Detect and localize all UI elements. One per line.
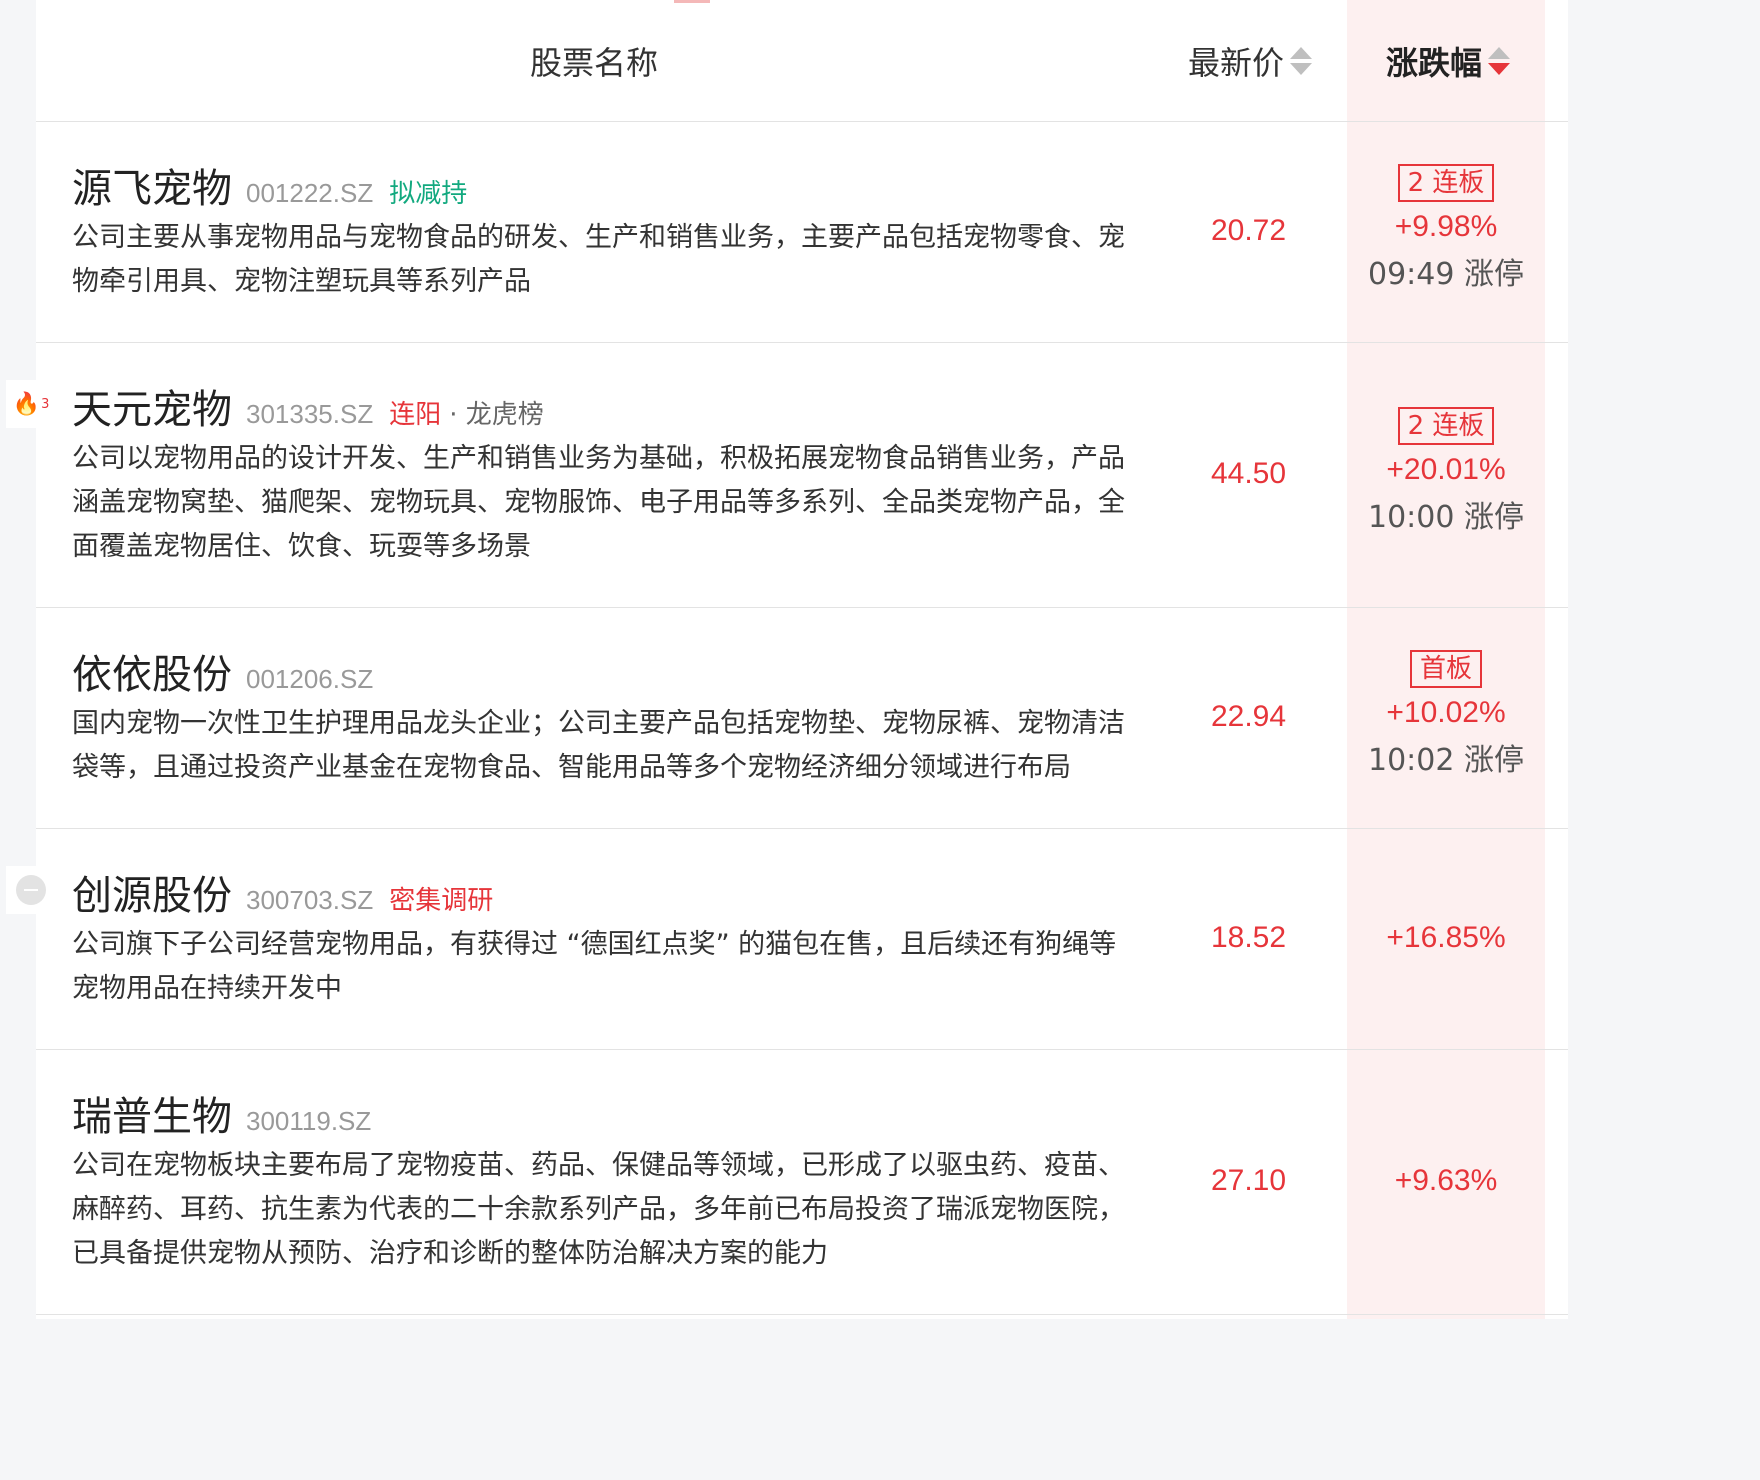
latest-price: 20.72 <box>1210 214 1287 247</box>
limit-up-time: 09:49 涨停 <box>1368 257 1524 292</box>
header-stock-name: 股票名称 <box>530 44 659 82</box>
stock-name[interactable]: 源飞宠物 <box>72 166 232 212</box>
table-header: 股票名称 最新价 涨跌幅 <box>36 0 1568 122</box>
board-badge: 2 连板 <box>1397 164 1495 202</box>
stock-title: 天元宠物 301335.SZ 连阳 · 龙虎榜 <box>72 377 544 435</box>
stock-description: 公司主要从事宠物用品与宠物食品的研发、生产和销售业务，主要产品包括宠物零食、宠物… <box>72 222 1125 297</box>
header-change-pct[interactable]: 涨跌幅 <box>1386 38 1511 88</box>
stock-name[interactable]: 天元宠物 <box>72 387 232 433</box>
change-pct: +20.01% <box>1386 453 1506 486</box>
table-row[interactable]: 瑞普生物 300119.SZ 公司在宠物板块主要布局了宠物疫苗、药品、保健品等领域… <box>36 1050 1568 1315</box>
stock-name[interactable]: 创源股份 <box>72 873 232 919</box>
stock-description: 国内宠物一次性卫生护理用品龙头企业；公司主要产品包括宠物垫、宠物尿裤、宠物清洁袋… <box>72 708 1125 783</box>
latest-price: 22.94 <box>1210 700 1287 733</box>
header-latest-price[interactable]: 最新价 <box>1188 38 1313 88</box>
stock-code: 301335.SZ <box>246 399 374 429</box>
change-pct: +9.98% <box>1394 210 1498 243</box>
stock-description: 公司在宠物板块主要布局了宠物疫苗、药品、保健品等领域，已形成了以驱虫药、疫苗、麻… <box>72 1150 1125 1269</box>
stock-name[interactable]: 瑞普生物 <box>72 1094 232 1140</box>
header-change-pct-label: 涨跌幅 <box>1386 44 1483 82</box>
sort-desc-icon[interactable] <box>1488 47 1511 77</box>
latest-price: 18.52 <box>1210 921 1287 954</box>
change-pct: +10.02% <box>1386 696 1506 729</box>
stock-code: 001206.SZ <box>246 664 374 694</box>
change-cell: 首板 +10.02% 10:02 涨停 <box>1347 650 1545 784</box>
change-pct: +9.63% <box>1394 1164 1498 1197</box>
stock-title: 依依股份 001206.SZ <box>72 642 373 700</box>
stock-name[interactable]: 依依股份 <box>72 652 232 698</box>
stock-title: 瑞普生物 300119.SZ <box>72 1084 371 1142</box>
stock-tag-dragon-tiger[interactable]: · 龙虎榜 <box>449 400 544 430</box>
board-badge: 2 连板 <box>1397 407 1495 445</box>
stock-code: 300119.SZ <box>246 1106 372 1136</box>
latest-price: 44.50 <box>1210 457 1287 490</box>
stock-title: 创源股份 300703.SZ 密集调研 <box>72 863 493 921</box>
limit-up-time: 10:02 涨停 <box>1368 743 1524 778</box>
change-cell: 2 连板 +9.98% 09:49 涨停 <box>1347 164 1545 298</box>
change-pct: +16.85% <box>1386 921 1506 954</box>
stock-code: 300703.SZ <box>246 885 374 915</box>
table-row[interactable]: 源飞宠物 001222.SZ 拟减持 公司主要从事宠物用品与宠物食品的研发、生产和销… <box>36 122 1568 343</box>
stock-tag[interactable]: 密集调研 <box>389 886 493 916</box>
change-cell: 2 连板 +20.01% 10:00 涨停 <box>1347 407 1545 541</box>
sort-icon[interactable] <box>1290 47 1313 77</box>
limit-up-time: 10:00 涨停 <box>1368 500 1524 535</box>
table-row[interactable]: 天元宠物 301335.SZ 连阳 · 龙虎榜 公司以宠物用品的设计开发、生产和销售业… <box>36 343 1568 608</box>
stock-description: 公司旗下子公司经营宠物用品，有获得过 “德国红点奖” 的猫包在售，且后续还有狗绳… <box>72 929 1117 1004</box>
table-row[interactable]: 依依股份 001206.SZ 国内宠物一次性卫生护理用品龙头企业；公司主要产品包括… <box>36 608 1568 829</box>
stock-description: 公司以宠物用品的设计开发、生产和销售业务为基础，积极拓展宠物食品销售业务，产品涵… <box>72 443 1125 562</box>
table-row[interactable]: 创源股份 300703.SZ 密集调研 公司旗下子公司经营宠物用品，有获得过 “德国… <box>36 829 1568 1050</box>
latest-price: 27.10 <box>1210 1164 1287 1197</box>
stock-title: 源飞宠物 001222.SZ 拟减持 <box>72 156 467 214</box>
stock-tag[interactable]: 连阳 <box>389 400 441 430</box>
header-latest-price-label: 最新价 <box>1188 44 1285 82</box>
stock-tag[interactable]: 拟减持 <box>389 179 467 209</box>
stock-code: 001222.SZ <box>246 178 374 208</box>
board-badge: 首板 <box>1409 650 1482 688</box>
